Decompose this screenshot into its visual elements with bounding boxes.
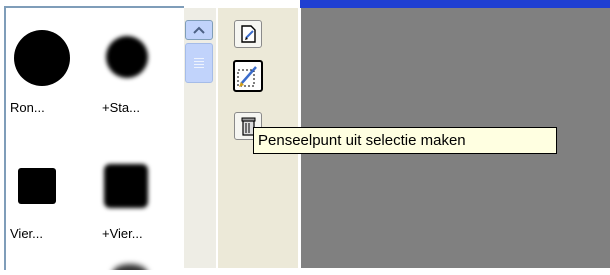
brush-item-square[interactable]: Vier... xyxy=(10,140,80,258)
brush-label: Ron... xyxy=(10,100,45,115)
brush-label: +Vier... xyxy=(102,226,143,241)
next-brush-preview xyxy=(112,264,148,270)
new-brush-button[interactable] xyxy=(234,20,262,48)
brush-item-round[interactable]: Ron... xyxy=(10,8,80,126)
round-brush-preview xyxy=(14,30,70,86)
brush-item-soft-round[interactable]: +Sta... xyxy=(94,8,164,126)
soft-round-brush-preview xyxy=(106,36,148,78)
new-document-icon xyxy=(241,25,256,43)
window-frame-top xyxy=(300,0,610,8)
brush-list-scrollbar[interactable] xyxy=(184,8,216,268)
tooltip: Penseelpunt uit selectie maken xyxy=(253,127,557,154)
brush-label: Vier... xyxy=(10,226,44,241)
brush-from-selection-button[interactable] xyxy=(233,60,263,92)
scroll-up-button[interactable] xyxy=(185,20,213,40)
brush-list[interactable]: Ron... +Sta... Vier... +Vier... xyxy=(4,6,184,270)
brush-selection-icon xyxy=(237,66,257,87)
scroll-thumb[interactable] xyxy=(185,43,213,83)
square-brush-preview xyxy=(18,168,56,204)
soft-square-brush-preview xyxy=(104,164,148,208)
brush-item-soft-square[interactable]: +Vier... xyxy=(94,140,164,258)
chevron-up-icon xyxy=(193,26,205,34)
brush-label: +Sta... xyxy=(102,100,140,115)
